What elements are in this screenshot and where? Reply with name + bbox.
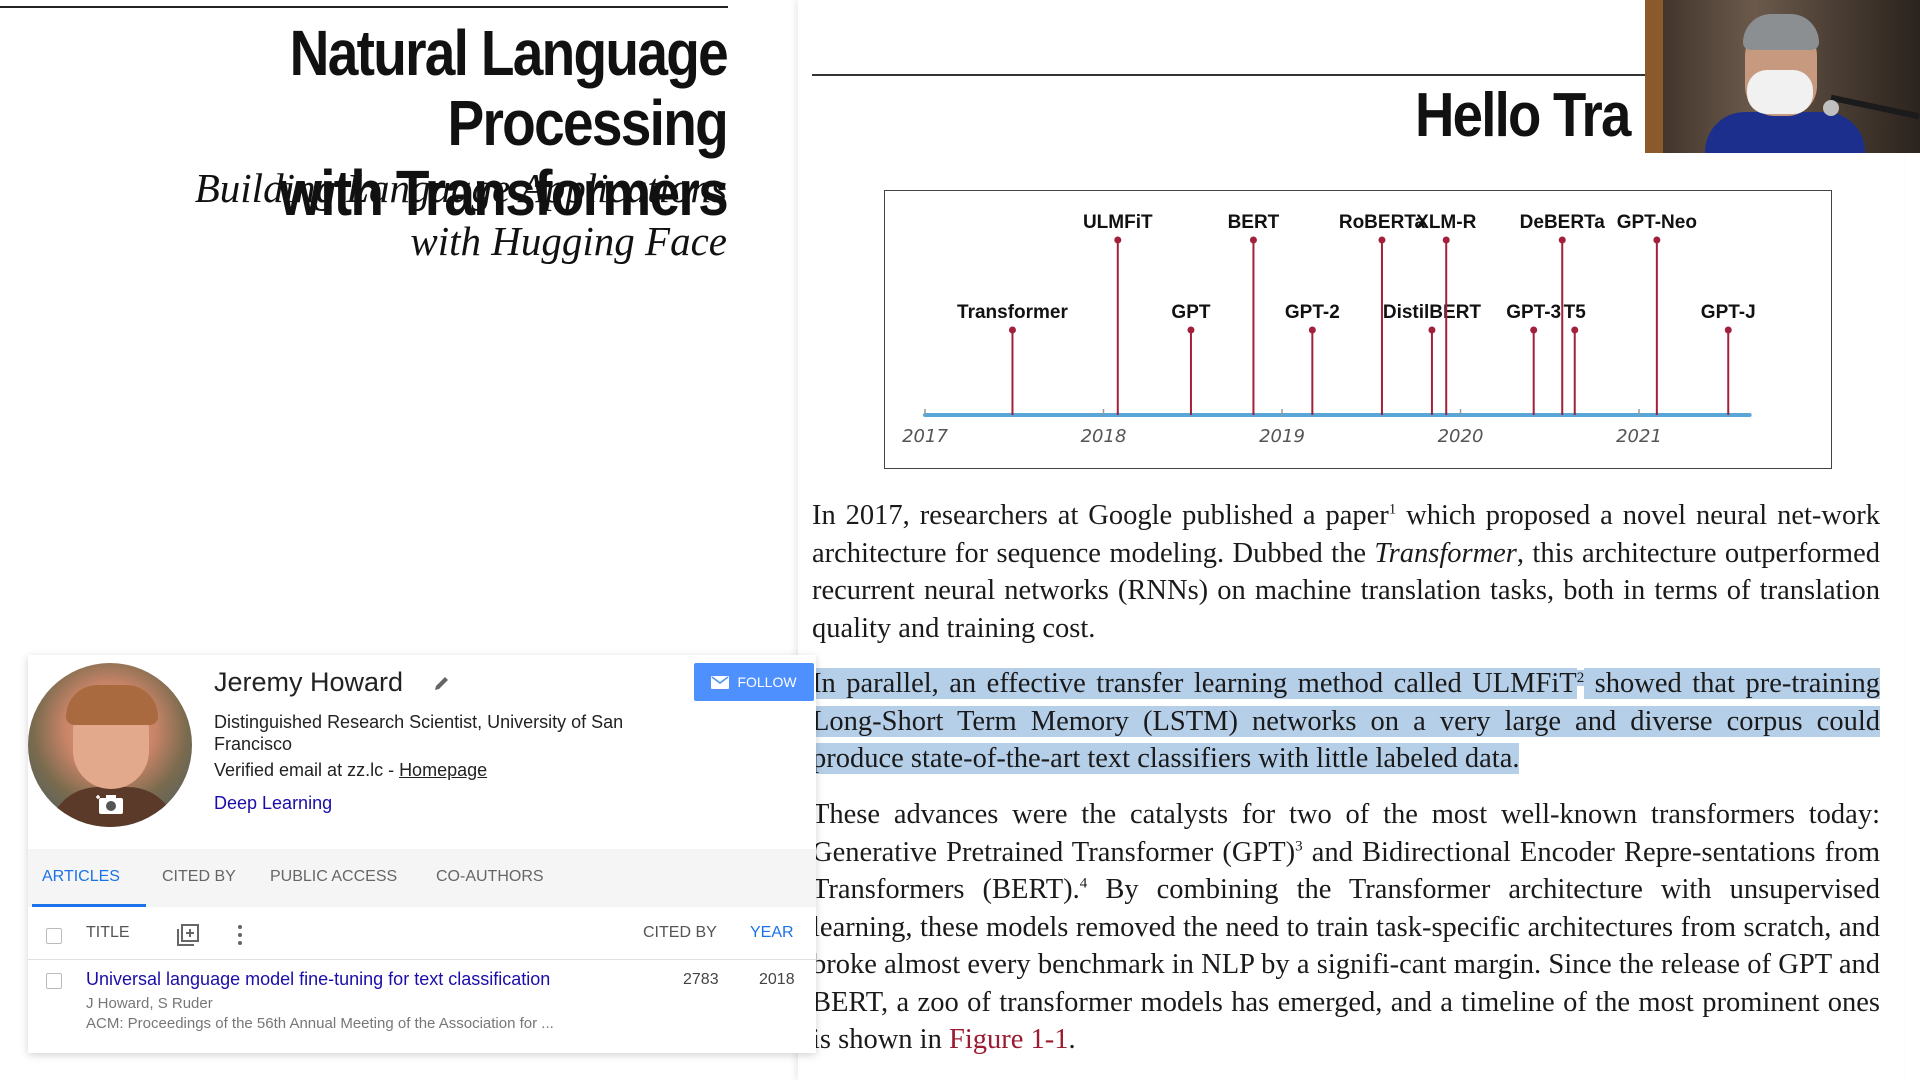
article-checkbox[interactable]	[46, 973, 62, 989]
profile-email: Verified email at zz.lc - Homepage	[214, 760, 487, 781]
book-title-line1: Natural Language Processing	[289, 17, 729, 159]
label-xlm-r: XLM-R	[1416, 212, 1476, 233]
follow-label: FOLLOW	[737, 674, 797, 690]
marker-t5	[1571, 326, 1579, 334]
profile-name: Jeremy Howard	[214, 667, 404, 697]
p3-text-d: .	[1068, 1024, 1076, 1055]
webcam-presenter-mask	[1747, 70, 1813, 114]
label-bert: BERT	[1228, 212, 1280, 233]
avatar-hair	[66, 685, 158, 725]
column-cited-by-sort[interactable]: CITED BY	[643, 924, 717, 942]
p2-text-a: In parallel, an effective transfer learn…	[812, 668, 1577, 699]
marker-deberta	[1558, 236, 1566, 244]
label-deberta: DeBERTa	[1520, 212, 1606, 233]
label-transformer: Transformer	[957, 302, 1068, 323]
label-t5: T5	[1564, 302, 1587, 323]
article-venue: ACM: Proceedings of the 56th Annual Meet…	[86, 1015, 554, 1032]
marker-transformer	[1008, 326, 1016, 334]
tick-label-2021: 2021	[1616, 426, 1662, 447]
mail-icon	[711, 675, 730, 689]
article-authors: J Howard, S Ruder	[86, 995, 213, 1012]
camera-icon[interactable]	[96, 793, 126, 815]
article-cited-by-link[interactable]: 2783	[683, 971, 719, 989]
p1-text-a: In 2017, researchers at Google published…	[812, 500, 1389, 531]
column-title-sort[interactable]: TITLE	[86, 924, 130, 942]
add-article-icon[interactable]	[176, 923, 200, 947]
chapter-heading: Hello Tra	[1415, 81, 1631, 150]
webcam-door-frame	[1645, 0, 1663, 153]
marker-gpt-j	[1724, 326, 1732, 334]
marker-gpt	[1187, 326, 1195, 334]
paragraph-gpt-bert: These advances were the catalysts for tw…	[812, 796, 1880, 1059]
label-distilbert: DistilBERT	[1383, 302, 1482, 323]
label-gpt-neo: GPT-Neo	[1617, 212, 1697, 233]
footnote-3[interactable]: 3	[1295, 838, 1303, 854]
marker-gpt-3	[1530, 326, 1538, 334]
label-ulmfit: ULMFiT	[1083, 212, 1153, 233]
label-gpt: GPT	[1171, 302, 1210, 323]
webcam-video	[1645, 0, 1920, 153]
scholar-profile-card: Jeremy Howard Distinguished Research Sci…	[28, 655, 816, 1053]
label-roberta: RoBERTa	[1339, 212, 1426, 233]
tab-co-authors[interactable]: CO-AUTHORS	[436, 849, 544, 907]
column-year-sort[interactable]: YEAR	[750, 924, 794, 942]
book-subtitle: Building Language Applications with Hugg…	[27, 162, 727, 268]
webcam-presenter-shirt	[1705, 112, 1865, 153]
profile-affiliation: Distinguished Research Scientist, Univer…	[214, 712, 624, 754]
follow-button[interactable]: FOLLOW	[694, 663, 814, 701]
more-vert-icon[interactable]	[236, 923, 244, 947]
profile-tabs: ARTICLES CITED BY PUBLIC ACCESS CO-AUTHO…	[28, 849, 816, 907]
tick-label-2019: 2019	[1259, 426, 1305, 447]
homepage-link[interactable]: Homepage	[399, 760, 487, 780]
marker-roberta	[1378, 236, 1386, 244]
marker-distilbert	[1428, 326, 1436, 334]
tab-cited-by[interactable]: CITED BY	[162, 849, 236, 907]
marker-ulmfit	[1114, 236, 1122, 244]
p1-italic: Transformer	[1374, 537, 1517, 569]
interest-deep-learning-link[interactable]: Deep Learning	[214, 793, 332, 814]
marker-gpt-2	[1308, 326, 1316, 334]
email-text: Verified email at zz.lc -	[214, 760, 400, 780]
paragraph-transformer: In 2017, researchers at Google published…	[812, 497, 1880, 647]
transformer-timeline-figure: 2017 2018 2019 2020 2021 Transformer ULMFiT GPT…	[884, 190, 1832, 469]
webcam-mic	[1823, 100, 1839, 116]
profile-avatar[interactable]	[28, 663, 192, 827]
webcam-presenter-hair	[1743, 14, 1819, 50]
article-row: Universal language model fine-tuning for…	[28, 963, 816, 1053]
articles-table-header: TITLE CITED BY YEAR	[28, 910, 816, 960]
tab-articles[interactable]: ARTICLES	[32, 849, 146, 907]
article-year: 2018	[759, 971, 795, 988]
edit-pencil-icon[interactable]	[432, 673, 452, 693]
book-cover: Natural Language Processing with Transfo…	[0, 0, 780, 660]
book-page: Hello Tra 2017 2018 2019 2020 2021 Transforme…	[798, 0, 1904, 1080]
book-subtitle-line1: Building Language Applications	[194, 165, 727, 211]
marker-xlm-r	[1442, 236, 1450, 244]
paragraph-ulmfit-highlighted: In parallel, an effective transfer learn…	[812, 665, 1880, 778]
select-all-checkbox[interactable]	[46, 928, 62, 944]
book-subtitle-line2: with Hugging Face	[410, 218, 727, 264]
label-gpt-2: GPT-2	[1285, 302, 1340, 323]
tick-label-2020: 2020	[1438, 426, 1484, 447]
article-title-link[interactable]: Universal language model fine-tuning for…	[86, 969, 550, 990]
timeline-chart: 2017 2018 2019 2020 2021 Transformer ULMFiT GPT…	[902, 212, 1756, 447]
marker-bert	[1249, 236, 1257, 244]
label-gpt-3: GPT-3	[1506, 302, 1561, 323]
cover-divider	[0, 6, 728, 8]
figure-1-1-link[interactable]: Figure 1-1	[949, 1024, 1069, 1055]
tick-label-2018: 2018	[1081, 426, 1127, 447]
tab-public-access[interactable]: PUBLIC ACCESS	[270, 849, 397, 907]
label-gpt-j: GPT-J	[1701, 302, 1756, 323]
tick-label-2017: 2017	[902, 426, 948, 447]
marker-gpt-neo	[1653, 236, 1661, 244]
